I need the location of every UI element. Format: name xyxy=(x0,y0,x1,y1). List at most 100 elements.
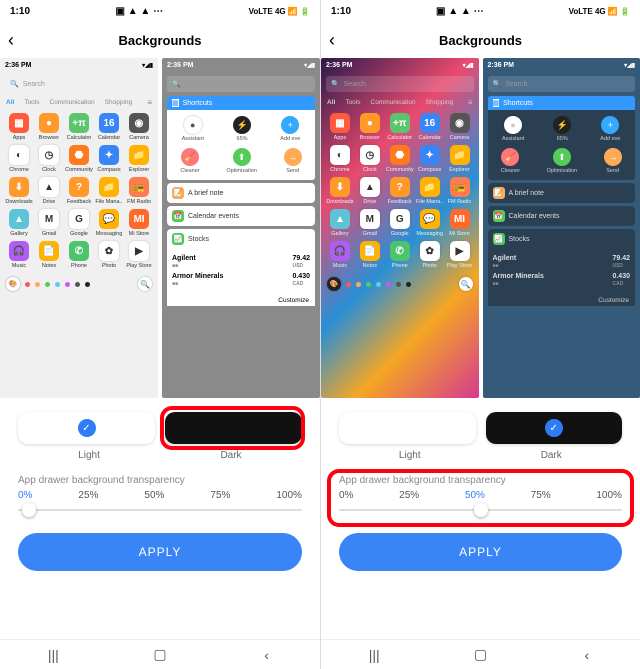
app-messaging: 💬Messaging xyxy=(415,209,445,237)
customize-link: Customize xyxy=(488,293,636,306)
app-downloads: ⬇Downloads xyxy=(325,177,355,205)
app-camera: ◉Camera xyxy=(445,113,475,141)
transparency-slider[interactable] xyxy=(18,501,302,519)
app-play store: ▶Play Store xyxy=(445,241,475,269)
apply-button[interactable]: APPLY xyxy=(339,533,622,571)
stocks-body: Agilent■■79.42USDArmor Minerals■■0.430CA… xyxy=(167,249,315,293)
search-icon: 🔍 xyxy=(493,80,502,88)
nav-back[interactable]: ‹ xyxy=(567,647,607,663)
transparency-label: App drawer background transparency xyxy=(18,475,302,486)
nav-home[interactable]: ▢ xyxy=(140,646,180,663)
shortcuts-header: ▦Shortcuts xyxy=(167,96,315,110)
app-gmail: MGmail xyxy=(34,209,64,237)
app-music: 🎧Music xyxy=(4,241,34,269)
transparency-slider[interactable] xyxy=(339,501,622,519)
stocks-header: 📈Stocks xyxy=(488,229,636,249)
light-option[interactable]: ✓ xyxy=(18,412,155,444)
app-file mana..: 📁File Mana.. xyxy=(415,177,445,205)
dark-option[interactable]: ✓ xyxy=(486,412,623,444)
app-gallery: ▲Gallery xyxy=(325,209,355,237)
calendar-card: 📅Calendar events xyxy=(167,206,315,226)
page-title: Backgrounds xyxy=(0,33,320,48)
app-feedback: ?Feedback xyxy=(64,177,94,205)
app-notes: 📄Notes xyxy=(355,241,385,269)
navbar: ||| ▢ ‹ xyxy=(321,639,640,669)
light-option[interactable] xyxy=(339,412,476,444)
app-browser: ●Browser xyxy=(34,113,64,141)
preview-widgets-dark[interactable]: 2:36 PM▾◢▮ 🔍Search ▦Shortcuts ●Assistant… xyxy=(483,58,640,398)
preview-search: 🔍Search xyxy=(5,76,153,92)
app-apps: ▦Apps xyxy=(4,113,34,141)
statusbar: 1:10 ▣ ▲ ▲ ⋯ VoLTE 4G 📶 🔋 xyxy=(0,0,320,22)
app-camera: ◉Camera xyxy=(124,113,154,141)
app-apps: ▦Apps xyxy=(325,113,355,141)
app-drive: ▲Drive xyxy=(34,177,64,205)
app-fm radio: 📻FM Radio xyxy=(445,177,475,205)
app-calendar: 16Calendar xyxy=(94,113,124,141)
app-explorer: 📁Explorer xyxy=(445,145,475,173)
app-fm radio: 📻FM Radio xyxy=(124,177,154,205)
app-google: GGoogle xyxy=(385,209,415,237)
preview-search: 🔍Search xyxy=(167,76,315,92)
app-community: ⬣Community xyxy=(385,145,415,173)
preview-status: 2:36 PM▾◢▮ xyxy=(0,58,158,72)
app-mi store: MIMi Store xyxy=(124,209,154,237)
status-time: 1:10 xyxy=(10,6,30,17)
nav-recents[interactable]: ||| xyxy=(354,647,394,663)
shortcuts-header: ▦Shortcuts xyxy=(488,96,636,110)
shortcuts-body: ●Assistant⚡65%+Add eve🧹Cleaner⬆Optimizat… xyxy=(488,110,636,180)
app-clock: ◷Clock xyxy=(34,145,64,173)
app-gallery: ▲Gallery xyxy=(4,209,34,237)
preview-status: 2:36 PM▾◢▮ xyxy=(162,58,320,72)
app-compass: ✦Compass xyxy=(415,145,445,173)
nav-back[interactable]: ‹ xyxy=(247,647,287,663)
preview-widgets-light[interactable]: 2:36 PM▾◢▮ 🔍Search ▦Shortcuts ●Assistant… xyxy=(162,58,320,398)
search-icon: 🔍 xyxy=(331,80,340,88)
search-icon: 🔍 xyxy=(172,80,181,88)
status-left-icons: ▣ ▲ ▲ ⋯ xyxy=(436,6,484,17)
app-downloads: ⬇Downloads xyxy=(4,177,34,205)
app-photo: ✿Photo xyxy=(415,241,445,269)
transparency-label: App drawer background transparency xyxy=(339,475,622,486)
app-file mana..: 📁File Mana.. xyxy=(94,177,124,205)
nav-home[interactable]: ▢ xyxy=(460,646,500,663)
phone-right: 1:10 ▣ ▲ ▲ ⋯ VoLTE 4G 📶 🔋 ‹ Backgrounds … xyxy=(320,0,640,669)
preview-row: 2:36 PM▾◢▮ 🔍Search All Tools Communicati… xyxy=(0,58,320,398)
theme-select-row: ✓ xyxy=(0,398,320,448)
app-phone: ✆Phone xyxy=(64,241,94,269)
apply-button[interactable]: APPLY xyxy=(18,533,302,571)
check-icon: ✓ xyxy=(78,419,96,437)
preview-drawer-colorful[interactable]: 2:36 PM▾◢▮ 🔍Search All Tools Communicati… xyxy=(321,58,479,398)
app-chrome: ◐Chrome xyxy=(4,145,34,173)
shortcuts-body: ●Assistant⚡65%+Add eve🧹Cleaner⬆Optimizat… xyxy=(167,110,315,180)
theme-labels: Light Dark xyxy=(0,448,320,469)
app-messaging: 💬Messaging xyxy=(94,209,124,237)
transparency-section: App drawer background transparency 0%25%… xyxy=(0,469,320,525)
app-drive: ▲Drive xyxy=(355,177,385,205)
tabs: All Tools Communication Shopping ≡ xyxy=(321,96,479,111)
nav-recents[interactable]: ||| xyxy=(33,647,73,663)
app-browser: ●Browser xyxy=(355,113,385,141)
status-time: 1:10 xyxy=(331,6,351,17)
menu-icon: ≡ xyxy=(468,98,473,107)
status-left-icons: ▣ ▲ ▲ ⋯ xyxy=(116,6,164,17)
navbar: ||| ▢ ‹ xyxy=(0,639,320,669)
app-grid: ▦Apps●Browser+πCalculator16Calendar◉Came… xyxy=(321,111,479,271)
menu-icon: ≡ xyxy=(147,98,152,107)
dark-option[interactable] xyxy=(165,412,302,444)
preview-drawer-light[interactable]: 2:36 PM▾◢▮ 🔍Search All Tools Communicati… xyxy=(0,58,158,398)
app-calculator: +πCalculator xyxy=(385,113,415,141)
calendar-card: 📅Calendar events xyxy=(488,206,636,226)
app-photo: ✿Photo xyxy=(94,241,124,269)
brief-note-card: 📝A brief note xyxy=(488,183,636,203)
header: ‹ Backgrounds xyxy=(0,22,320,58)
palette-icon: 🎨 xyxy=(327,277,341,291)
check-icon: ✓ xyxy=(545,419,563,437)
theme-select-row: ✓ xyxy=(321,398,640,448)
tabs: All Tools Communication Shopping ≡ xyxy=(0,96,158,111)
search-icon: 🔍 xyxy=(10,80,19,88)
preview-row: 2:36 PM▾◢▮ 🔍Search All Tools Communicati… xyxy=(321,58,640,398)
app-chrome: ◐Chrome xyxy=(325,145,355,173)
dot-row: 🎨 🔍 xyxy=(0,271,158,297)
status-right: VoLTE 4G 📶 🔋 xyxy=(249,7,310,16)
